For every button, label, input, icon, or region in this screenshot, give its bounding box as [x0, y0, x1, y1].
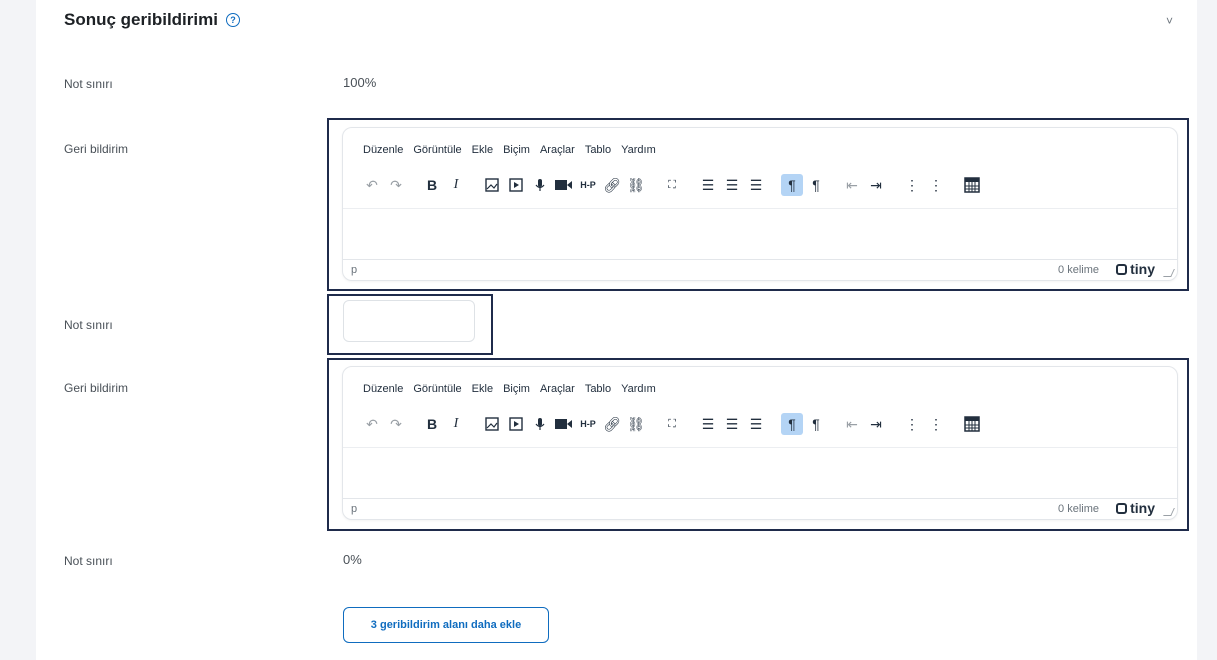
editor-toolbar: ↶ ↷ B I H-P 🔗︎ ⛓︎ ⛶ ☰ ☰ ☰ ¶ ¶ ⇤ ⇥ ⋮ ⋮ [361, 172, 985, 198]
feedback-label: Geri bildirim [64, 381, 129, 395]
editor-statusbar: p 0 kelime tiny [343, 498, 1177, 519]
chevron-down-icon[interactable]: ˅ [1166, 14, 1173, 28]
tiny-icon [1116, 502, 1128, 514]
image-icon[interactable] [481, 174, 503, 196]
align-right-icon[interactable]: ☰ [745, 413, 767, 435]
fullscreen-icon[interactable]: ⛶ [661, 413, 683, 435]
grade-boundary-input[interactable] [343, 300, 475, 342]
link-icon[interactable]: 🔗︎ [601, 174, 623, 196]
calculator-icon[interactable] [961, 413, 983, 435]
calculator-icon[interactable] [961, 174, 983, 196]
section-title: Sonuç geribildirimi [64, 10, 218, 29]
resize-handle-icon[interactable] [1163, 269, 1175, 277]
media-icon[interactable] [505, 413, 527, 435]
word-count[interactable]: 0 kelime [1058, 264, 1099, 276]
menu-tools[interactable]: Araçlar [540, 144, 575, 156]
undo-icon[interactable]: ↶ [361, 413, 383, 435]
grade-boundary-label: Not sınırı [64, 77, 113, 91]
align-right-icon[interactable]: ☰ [745, 174, 767, 196]
record-video-icon[interactable] [553, 174, 575, 196]
editor-menubar: Düzenle Görüntüle Ekle Biçim Araçlar Tab… [363, 383, 656, 395]
align-center-icon[interactable]: ☰ [721, 174, 743, 196]
indent-icon[interactable]: ⇥ [865, 174, 887, 196]
italic-icon[interactable]: I [445, 413, 467, 435]
section-header[interactable]: Sonuç geribildirimi ? [64, 10, 240, 30]
redo-icon[interactable]: ↷ [385, 413, 407, 435]
menu-table[interactable]: Tablo [585, 144, 611, 156]
h5p-icon[interactable]: H-P [577, 413, 599, 435]
record-audio-icon[interactable] [529, 174, 551, 196]
indent-icon[interactable]: ⇥ [865, 413, 887, 435]
grade-boundary-value: 0% [343, 552, 362, 567]
ltr-icon[interactable]: ¶ [781, 174, 803, 196]
main-panel [36, 0, 1197, 660]
element-path[interactable]: p [351, 503, 357, 515]
link-icon[interactable]: 🔗︎ [601, 413, 623, 435]
outdent-icon[interactable]: ⇤ [841, 174, 863, 196]
ltr-icon[interactable]: ¶ [781, 413, 803, 435]
feedback-editor[interactable]: Düzenle Görüntüle Ekle Biçim Araçlar Tab… [342, 127, 1178, 281]
menu-edit[interactable]: Düzenle [363, 144, 403, 156]
rtl-icon[interactable]: ¶ [805, 174, 827, 196]
record-audio-icon[interactable] [529, 413, 551, 435]
menu-table[interactable]: Tablo [585, 383, 611, 395]
grade-boundary-label: Not sınırı [64, 554, 113, 568]
feedback-editor[interactable]: Düzenle Görüntüle Ekle Biçim Araçlar Tab… [342, 366, 1178, 520]
bullet-list-icon[interactable]: ⋮ [901, 413, 923, 435]
align-center-icon[interactable]: ☰ [721, 413, 743, 435]
unlink-icon[interactable]: ⛓︎ [625, 174, 647, 196]
tiny-logo[interactable]: tiny [1116, 261, 1155, 277]
numbered-list-icon[interactable]: ⋮ [925, 174, 947, 196]
align-left-icon[interactable]: ☰ [697, 413, 719, 435]
tiny-logo[interactable]: tiny [1116, 500, 1155, 516]
menu-help[interactable]: Yardım [621, 383, 656, 395]
unlink-icon[interactable]: ⛓︎ [625, 413, 647, 435]
outdent-icon[interactable]: ⇤ [841, 413, 863, 435]
image-icon[interactable] [481, 413, 503, 435]
menu-tools[interactable]: Araçlar [540, 383, 575, 395]
bold-icon[interactable]: B [421, 174, 443, 196]
redo-icon[interactable]: ↷ [385, 174, 407, 196]
help-icon[interactable]: ? [225, 13, 240, 27]
editor-content-area[interactable] [343, 447, 1177, 448]
add-feedback-fields-button[interactable]: 3 geribildirim alanı daha ekle [343, 607, 549, 643]
element-path[interactable]: p [351, 264, 357, 276]
menu-format[interactable]: Biçim [503, 144, 530, 156]
word-count[interactable]: 0 kelime [1058, 503, 1099, 515]
menu-insert[interactable]: Ekle [472, 144, 493, 156]
menu-view[interactable]: Görüntüle [413, 383, 461, 395]
editor-content-area[interactable] [343, 208, 1177, 209]
menu-format[interactable]: Biçim [503, 383, 530, 395]
feedback-label: Geri bildirim [64, 142, 129, 156]
bold-icon[interactable]: B [421, 413, 443, 435]
editor-statusbar: p 0 kelime tiny [343, 259, 1177, 280]
menu-view[interactable]: Görüntüle [413, 144, 461, 156]
grade-boundary-value: 100% [343, 75, 377, 90]
italic-icon[interactable]: I [445, 174, 467, 196]
menu-edit[interactable]: Düzenle [363, 383, 403, 395]
align-left-icon[interactable]: ☰ [697, 174, 719, 196]
grade-boundary-label: Not sınırı [64, 318, 113, 332]
menu-insert[interactable]: Ekle [472, 383, 493, 395]
fullscreen-icon[interactable]: ⛶ [661, 174, 683, 196]
editor-menubar: Düzenle Görüntüle Ekle Biçim Araçlar Tab… [363, 144, 656, 156]
editor-toolbar: ↶ ↷ B I H-P 🔗︎ ⛓︎ ⛶ ☰ ☰ ☰ ¶ ¶ ⇤ ⇥ ⋮ ⋮ [361, 411, 985, 437]
tiny-icon [1116, 263, 1128, 275]
numbered-list-icon[interactable]: ⋮ [925, 413, 947, 435]
resize-handle-icon[interactable] [1163, 508, 1175, 516]
rtl-icon[interactable]: ¶ [805, 413, 827, 435]
record-video-icon[interactable] [553, 413, 575, 435]
undo-icon[interactable]: ↶ [361, 174, 383, 196]
media-icon[interactable] [505, 174, 527, 196]
h5p-icon[interactable]: H-P [577, 174, 599, 196]
bullet-list-icon[interactable]: ⋮ [901, 174, 923, 196]
menu-help[interactable]: Yardım [621, 144, 656, 156]
